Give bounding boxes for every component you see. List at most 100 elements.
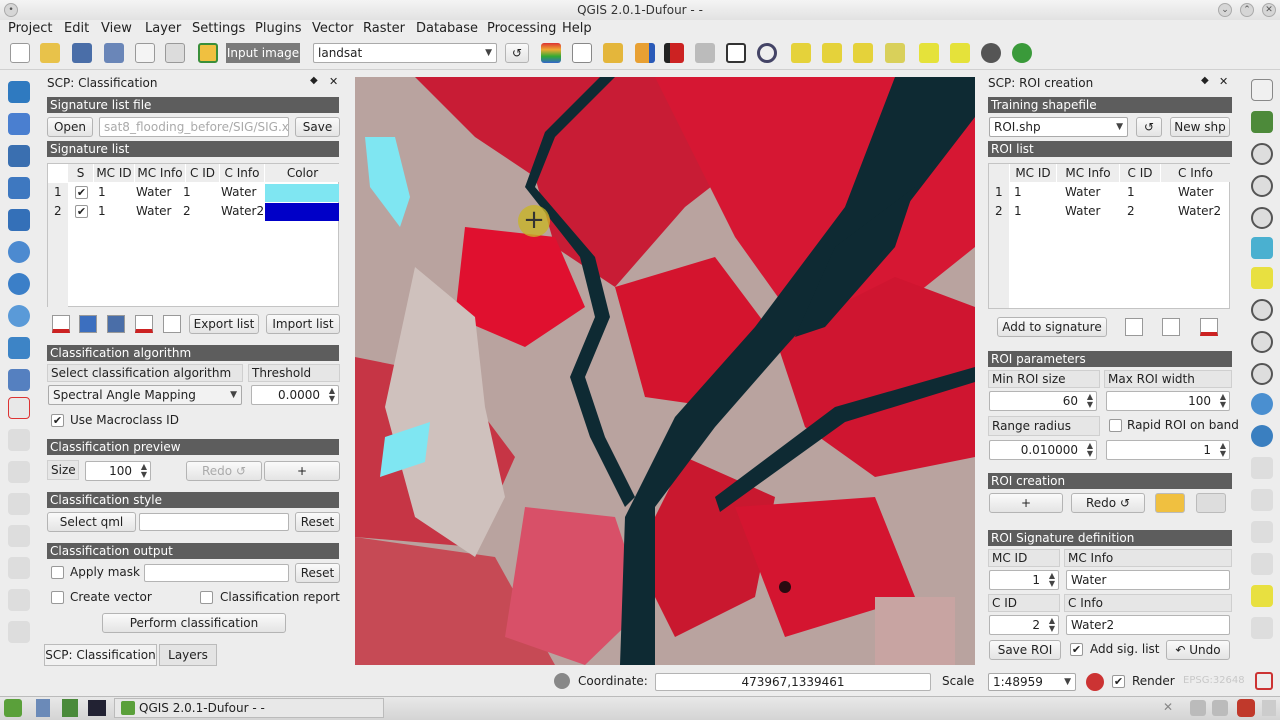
add-vector-icon[interactable] [8,81,30,103]
add-spatialite-icon[interactable] [8,177,30,199]
maximize-icon[interactable]: ⌃ [1240,3,1254,17]
import-list-button[interactable]: Import list [266,314,340,334]
terminal-icon[interactable] [88,700,106,716]
menu-vector[interactable]: Vector [312,21,353,36]
roi-redo-button[interactable]: Redo ↺ [1071,493,1145,513]
layer-add-icon[interactable] [919,43,939,63]
add-wcs-icon[interactable] [8,273,30,295]
col-header[interactable]: MC Info [1057,164,1119,182]
new-project-icon[interactable] [10,43,30,63]
preview-size-spinbox[interactable]: 100 ▲ ▼ [85,461,151,481]
zoom-out-icon[interactable] [1251,175,1273,197]
cinfo-field[interactable]: Water2 [1066,615,1230,635]
screen-icon[interactable] [726,43,746,63]
spin-arrows-icon[interactable]: ▲ ▼ [329,387,335,403]
tab-scp-classification[interactable]: SCP: Classification [44,644,157,666]
zoom-full-icon[interactable] [1251,207,1273,229]
table-cell[interactable]: 1 [98,202,106,220]
signature-file-path[interactable]: sat8_flooding_before/SIG/SIG.xml [99,117,289,137]
add-postgis-icon[interactable] [8,145,30,167]
zoom-selection-icon[interactable] [1251,267,1273,289]
table-cell[interactable]: Water [136,183,171,201]
mask-path-field[interactable] [144,564,289,582]
add-mssql-icon[interactable] [8,209,30,231]
scatter-plot-icon[interactable] [603,43,623,63]
use-macroclass-checkbox[interactable]: ✔ [51,414,64,427]
menu-view[interactable]: View [101,21,132,36]
table-cell[interactable]: Water [1178,183,1213,201]
plugin-gear-icon[interactable] [981,43,1001,63]
export-csv-icon[interactable] [135,315,153,333]
spin-arrows-icon[interactable]: ▲ ▼ [141,463,147,479]
col-header[interactable]: Color [265,164,340,182]
delete-roi-icon[interactable] [1200,318,1218,336]
show-roi-icon[interactable] [1155,493,1185,513]
settings-icon[interactable] [1251,457,1273,479]
roi-plus-button[interactable]: + [989,493,1063,513]
menu-settings[interactable]: Settings [192,21,245,36]
save-as-icon[interactable] [104,43,124,63]
layer-remove-icon[interactable] [950,43,970,63]
menu-project[interactable]: Project [8,21,52,36]
menu-processing[interactable]: Processing [487,21,556,36]
perform-classification-button[interactable]: Perform classification [102,613,286,633]
rapid-roi-checkbox[interactable] [1109,419,1122,432]
add-raster-icon[interactable] [8,113,30,135]
add-to-signature-button[interactable]: Add to signature [997,317,1107,337]
band-spinbox[interactable]: 1 ▲ ▼ [1106,440,1230,460]
table-cell[interactable]: Water [1065,183,1100,201]
range-radius-spinbox[interactable]: 0.010000 ▲ ▼ [989,440,1097,460]
network-icon[interactable]: ✕ [1163,700,1173,714]
move-feature-icon[interactable] [8,493,30,515]
signature-plot-icon[interactable] [163,315,181,333]
select-qml-button[interactable]: Select qml [47,512,136,532]
table-cell[interactable]: Water [1065,202,1100,220]
qml-path-field[interactable] [139,513,289,531]
menu-plugins[interactable]: Plugins [255,21,302,36]
new-shp-button[interactable]: New shp [1170,117,1230,137]
edit-pencil-icon[interactable] [8,429,30,451]
table-cell[interactable]: 2 [183,202,191,220]
table-cell[interactable]: Water2 [1178,202,1221,220]
open-project-icon[interactable] [40,43,60,63]
save-project-icon[interactable] [72,43,92,63]
preview-plus-button[interactable]: + [264,461,340,481]
table-cell[interactable]: 1 [1014,202,1022,220]
histogram2-icon[interactable] [822,43,842,63]
select-icon[interactable] [1251,489,1273,511]
node-tool-icon[interactable] [8,525,30,547]
digitize-icon[interactable] [8,461,30,483]
zoom-layer-icon[interactable] [1251,237,1273,259]
zoom-native-icon[interactable] [1251,363,1273,385]
copy-features-icon[interactable] [8,621,30,643]
delete-selected-icon[interactable] [8,557,30,579]
refresh-shapefile-button[interactable]: ↺ [1136,117,1162,137]
editor-icon[interactable] [62,699,78,717]
close-panel-icon[interactable]: ✕ [1219,75,1228,88]
print-composer-icon[interactable] [135,43,155,63]
annotation-icon[interactable] [1251,585,1273,607]
float-panel-icon[interactable]: ◆ [310,75,318,86]
stats-icon[interactable] [885,43,905,63]
scale-select[interactable]: 1:48959 ▼ [988,673,1076,691]
float-panel-icon[interactable]: ◆ [1201,75,1209,86]
coordinate-toggle-icon[interactable] [554,673,570,689]
tab-layers[interactable]: Layers [159,644,217,666]
measure-icon[interactable] [1251,553,1273,575]
reset-mask-button[interactable]: Reset [295,563,340,583]
zoom-in-icon[interactable] [1251,143,1273,165]
delete-signature-icon[interactable] [52,315,70,333]
stop-render-icon[interactable] [1086,673,1104,691]
spin-arrows-icon[interactable]: ▲ ▼ [1220,393,1226,409]
open-button[interactable]: Open [47,117,93,137]
power-icon[interactable] [1237,699,1255,717]
map-canvas[interactable]: + [355,77,975,665]
mcid-spinbox[interactable]: 1 ▲ ▼ [989,570,1059,590]
cid-spinbox[interactable]: 2 ▲ ▼ [989,615,1059,635]
reset-style-button[interactable]: Reset [295,512,340,532]
menu-help[interactable]: Help [562,21,592,36]
close-icon[interactable]: ✕ [1262,3,1276,17]
spin-arrows-icon[interactable]: ▲ ▼ [1087,442,1093,458]
create-vector-checkbox[interactable] [51,591,64,604]
zoom-next-icon[interactable] [1251,331,1273,353]
